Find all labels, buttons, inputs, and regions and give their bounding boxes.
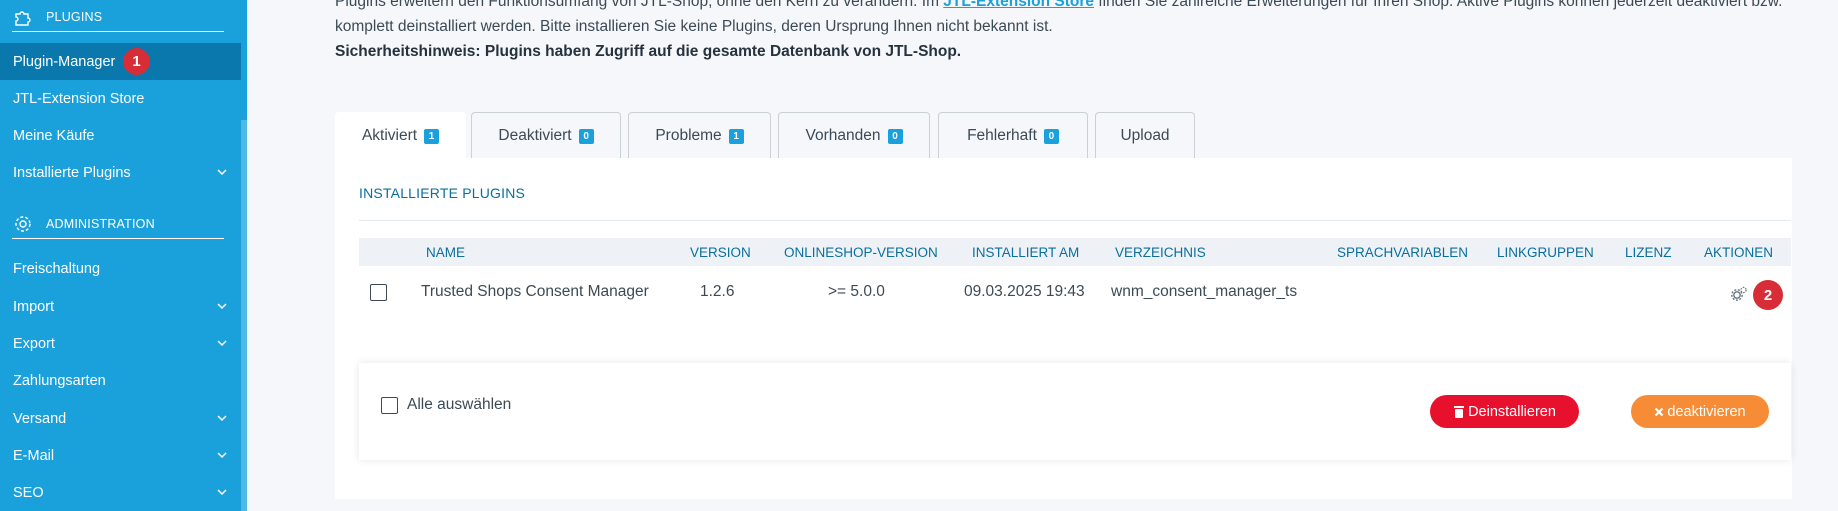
tab-label: Fehlerhaft [967, 127, 1037, 144]
intro-text: Plugins erweitern den Funktionsumfang vo… [335, 0, 944, 10]
bulk-actions-bar: Alle auswählen Deinstallieren deaktivier… [359, 363, 1791, 460]
sidebar-item-email[interactable]: E-Mail [0, 437, 241, 474]
plugin-version: 1.2.6 [700, 283, 735, 300]
column-header-name: NAME [426, 245, 466, 260]
sidebar-item-label: Export [13, 335, 55, 352]
sidebar-item-seo[interactable]: SEO [0, 474, 241, 511]
uninstall-button[interactable]: Deinstallieren [1430, 395, 1579, 428]
tab-label: Deaktiviert [498, 127, 572, 144]
sidebar-scrollbar[interactable] [241, 120, 247, 511]
sidebar-item-label: JTL-Extension Store [13, 90, 145, 107]
chevron-down-icon [217, 452, 227, 459]
puzzle-icon [12, 6, 34, 28]
sidebar-item-installierte-plugins[interactable]: Installierte Plugins [0, 154, 241, 191]
step-badge: 2 [1753, 280, 1783, 310]
installed-plugins-panel: INSTALLIERTE PLUGINS NAME VERSION ONLINE… [335, 158, 1792, 499]
tab-count-badge: 0 [1043, 128, 1059, 144]
tab-probleme[interactable]: Probleme 1 [628, 112, 771, 159]
column-header-shop-version: ONLINESHOP-VERSION [784, 245, 938, 260]
deactivate-button-label: deaktivieren [1667, 403, 1746, 420]
chevron-down-icon [217, 489, 227, 496]
sidebar-item-label: Meine Käufe [13, 127, 95, 144]
sidebar-item-label: E-Mail [13, 447, 55, 464]
sidebar-item-freischaltung[interactable]: Freischaltung [0, 250, 241, 287]
extension-store-link[interactable]: JTL-Extension Store [943, 0, 1094, 10]
chevron-down-icon [217, 169, 227, 176]
table-header: NAME VERSION ONLINESHOP-VERSION INSTALLI… [359, 238, 1791, 266]
sidebar-item-label: Plugin-Manager [13, 53, 116, 70]
column-header-language-vars: SPRACHVARIABLEN [1337, 245, 1469, 260]
tab-count-badge: 0 [887, 128, 903, 144]
table-row: Trusted Shops Consent Manager 1.2.6 >= 5… [359, 268, 1791, 318]
plugin-shop-version: >= 5.0.0 [828, 283, 885, 300]
row-checkbox[interactable] [370, 284, 387, 301]
tab-label: Vorhanden [805, 127, 881, 144]
sidebar-item-label: Versand [13, 410, 67, 427]
chevron-down-icon [217, 415, 227, 422]
tab-count-badge: 1 [728, 128, 744, 144]
tab-upload[interactable]: Upload [1095, 112, 1195, 159]
tab-label: Upload [1120, 127, 1170, 144]
divider [359, 220, 1791, 221]
plugin-directory: wnm_consent_manager_ts [1111, 283, 1298, 300]
column-header-license: LIZENZ [1625, 245, 1672, 260]
settings-gears-icon[interactable] [1730, 285, 1748, 308]
intro-line-2: komplett deinstalliert werden. Bitte ins… [335, 18, 1053, 35]
chevron-down-icon [217, 303, 227, 310]
column-header-link-groups: LINKGRUPPEN [1497, 245, 1594, 260]
administration-heading-label: ADMINISTRATION [46, 216, 155, 231]
deactivate-button[interactable]: deaktivieren [1631, 395, 1769, 428]
sidebar-item-import[interactable]: Import [0, 288, 241, 325]
sidebar-item-zahlungsarten[interactable]: Zahlungsarten [0, 362, 241, 399]
sidebar-item-export[interactable]: Export [0, 325, 241, 362]
tab-label: Aktiviert [361, 127, 418, 144]
tab-count-badge: 1 [424, 128, 440, 144]
plugins-section-heading: PLUGINS [12, 2, 224, 32]
tab-vorhanden[interactable]: Vorhanden 0 [778, 112, 930, 159]
sidebar-item-plugin-manager[interactable]: Plugin-Manager 1 [0, 43, 241, 80]
step-badge: 1 [123, 48, 150, 75]
column-header-installed: INSTALLIERT AM [972, 245, 1080, 260]
select-all-label[interactable]: Alle auswählen [407, 396, 511, 414]
uninstall-button-label: Deinstallieren [1468, 403, 1556, 420]
chevron-down-icon [217, 340, 227, 347]
tab-label: Probleme [655, 127, 722, 144]
tab-deaktiviert[interactable]: Deaktiviert 0 [471, 112, 621, 159]
sidebar-item-versand[interactable]: Versand [0, 400, 241, 437]
trash-icon [1453, 405, 1465, 418]
tab-count-badge: 0 [578, 128, 594, 144]
close-icon [1654, 407, 1664, 417]
sidebar-item-label: Zahlungsarten [13, 372, 106, 389]
intro-text: finden Sie zahlreiche Erweiterungen für … [1094, 0, 1783, 10]
plugin-installed-date: 09.03.2025 19:43 [964, 283, 1085, 300]
select-all-checkbox[interactable] [381, 397, 398, 414]
sidebar: PLUGINS Plugin-Manager 1 JTL-Extension S… [0, 0, 247, 511]
sidebar-item-label: SEO [13, 484, 44, 501]
plugin-name: Trusted Shops Consent Manager [421, 283, 649, 300]
security-note: Sicherheitshinweis: Plugins haben Zugrif… [335, 43, 962, 60]
plugins-heading-label: PLUGINS [46, 9, 103, 24]
sidebar-item-label: Freischaltung [13, 260, 101, 277]
intro-line-1: Plugins erweitern den Funktionsumfang vo… [335, 0, 1782, 11]
column-header-directory: VERZEICHNIS [1115, 245, 1206, 260]
column-header-actions: AKTIONEN [1704, 245, 1774, 260]
administration-section-heading: ADMINISTRATION [12, 209, 224, 239]
sidebar-item-label: Installierte Plugins [13, 164, 131, 181]
panel-title: INSTALLIERTE PLUGINS [359, 185, 526, 201]
sidebar-item-label: Import [13, 298, 55, 315]
tab-fehlerhaft[interactable]: Fehlerhaft 0 [938, 112, 1088, 159]
gear-icon [12, 213, 34, 235]
sidebar-item-extension-store[interactable]: JTL-Extension Store [0, 80, 241, 117]
column-header-version: VERSION [690, 245, 751, 260]
sidebar-item-meine-kaeufe[interactable]: Meine Käufe [0, 117, 241, 154]
tab-aktiviert[interactable]: Aktiviert 1 [335, 112, 466, 159]
